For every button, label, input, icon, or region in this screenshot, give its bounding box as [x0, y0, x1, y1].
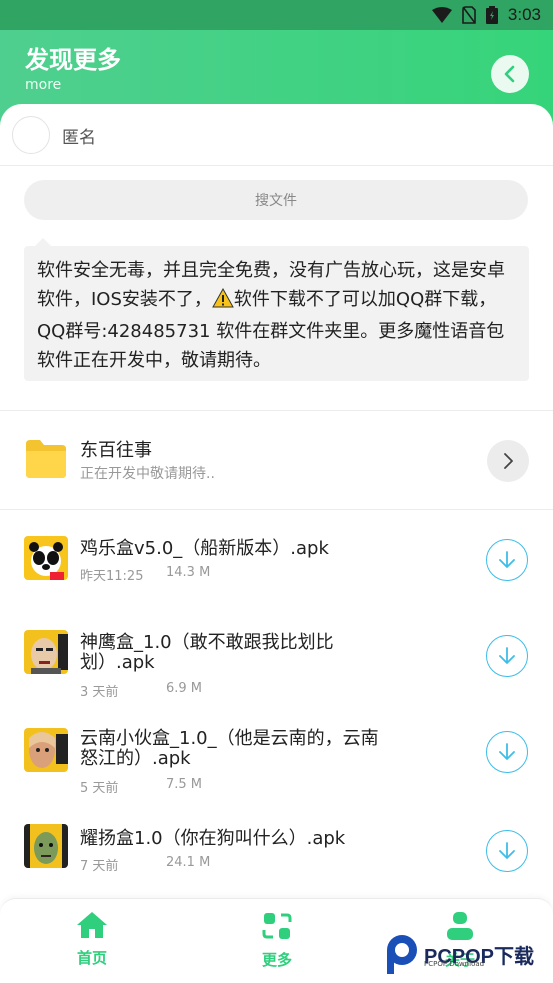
file-size: 14.3 M	[166, 565, 211, 580]
file-size: 7.5 M	[166, 777, 203, 792]
nav-home-label: 首页	[76, 949, 107, 967]
page-title: 发现更多	[25, 46, 121, 74]
avatar[interactable]	[12, 116, 50, 154]
file-name: 鸡乐盒v5.0_（船新版本）.apk	[80, 538, 329, 559]
file-name: 神鹰盒_1.0（敢不敢跟我比划比划）.apk	[80, 632, 334, 673]
file-row[interactable]: 云南小伙盒_1.0_（他是云南的，云南怒江的）.apk 5 天前 7.5 M	[0, 702, 553, 798]
no-sim-icon	[462, 6, 476, 24]
download-button[interactable]	[486, 830, 528, 872]
open-folder-button[interactable]	[487, 440, 529, 482]
file-row[interactable]: 耀扬盒1.0（你在狗叫什么）.apk 7 天前 24.1 M	[0, 798, 553, 894]
battery-icon	[485, 6, 498, 24]
status-bar: 3:03	[0, 0, 553, 30]
file-meta: 昨天11:25 14.3 M	[80, 565, 210, 584]
download-button[interactable]	[486, 539, 528, 581]
folder-icon	[24, 438, 68, 484]
file-date: 3 天前	[80, 685, 119, 700]
file-meta: 7 天前 24.1 M	[80, 855, 210, 874]
file-meta: 3 天前 6.9 M	[80, 681, 202, 700]
file-size: 24.1 M	[166, 855, 211, 870]
download-icon	[499, 743, 515, 760]
divider	[0, 410, 553, 411]
download-icon	[499, 647, 515, 664]
status-time: 3:03	[507, 5, 541, 24]
file-thumbnail	[24, 630, 68, 674]
file-thumbnail	[24, 536, 68, 580]
download-button[interactable]	[486, 731, 528, 773]
file-meta: 5 天前 7.5 M	[80, 777, 202, 796]
file-date: 5 天前	[80, 781, 119, 796]
content-panel: 匿名 搜文件 软件安全无毒，并且完全免费，没有广告放心玩，这是安卓软件，IOS安…	[0, 104, 553, 904]
home-icon	[77, 912, 107, 938]
nav-home[interactable]: 首页	[52, 911, 132, 968]
back-button[interactable]	[491, 55, 529, 93]
swap-icon	[262, 913, 292, 939]
file-name: 云南小伙盒_1.0_（他是云南的，云南怒江的）.apk	[80, 728, 379, 769]
file-date: 昨天11:25	[80, 569, 144, 584]
search-files-button[interactable]: 搜文件	[24, 180, 528, 220]
file-thumbnail	[24, 728, 68, 772]
notice-text: 软件安全无毒，并且完全免费，没有广告放心玩，这是安卓软件，IOS安装不了， 软件下…	[24, 246, 529, 381]
folder-name: 东百往事	[80, 440, 152, 461]
file-size: 6.9 M	[166, 681, 203, 696]
file-date: 7 天前	[80, 859, 119, 874]
nav-more-label: 更多	[261, 951, 292, 969]
nav-more[interactable]: 更多	[237, 911, 317, 970]
chevron-right-icon	[504, 453, 513, 469]
download-icon	[499, 551, 515, 568]
user-row: 匿名	[0, 104, 553, 166]
file-row[interactable]: 鸡乐盒v5.0_（船新版本）.apk 昨天11:25 14.3 M	[0, 510, 553, 606]
watermark-small: PCPOP Download	[424, 960, 485, 968]
pcpop-logo-icon	[387, 935, 417, 974]
download-button[interactable]	[486, 635, 528, 677]
file-thumbnail	[24, 824, 68, 868]
page-subtitle: more	[25, 77, 62, 93]
warning-icon	[212, 287, 234, 317]
folder-subtitle: 正在开发中敬请期待..	[80, 466, 215, 482]
search-files-label: 搜文件	[255, 193, 297, 209]
download-icon	[499, 842, 515, 859]
folder-row[interactable]: 东百往事 正在开发中敬请期待..	[0, 412, 553, 510]
chevron-left-icon	[504, 65, 515, 83]
username: 匿名	[62, 128, 96, 148]
pcpop-watermark: PCPOP下载 PCPOP Download	[384, 934, 534, 974]
file-row[interactable]: 神鹰盒_1.0（敢不敢跟我比划比划）.apk 3 天前 6.9 M	[0, 606, 553, 702]
file-name: 耀扬盒1.0（你在狗叫什么）.apk	[80, 828, 346, 849]
wifi-icon	[431, 7, 452, 23]
